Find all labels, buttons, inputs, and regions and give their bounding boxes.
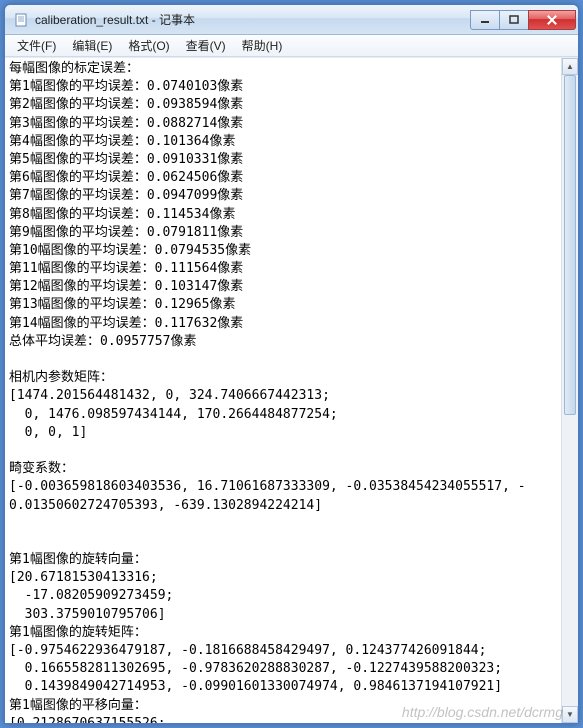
- distortion-coeffs: [-0.003659818603403536, 16.7106168733330…: [9, 479, 526, 512]
- scroll-up-button[interactable]: ▲: [562, 58, 578, 75]
- close-icon: [546, 14, 558, 26]
- error-line: 第14幅图像的平均误差：0.117632像素: [9, 316, 243, 331]
- menu-edit[interactable]: 编辑(E): [64, 35, 120, 56]
- close-button[interactable]: [528, 10, 576, 30]
- overall-error: 总体平均误差：0.0957757像素: [9, 334, 196, 349]
- error-line: 第4幅图像的平均误差：0.101364像素: [9, 134, 235, 149]
- scroll-track[interactable]: [562, 75, 578, 706]
- vertical-scrollbar: ▲ ▼: [561, 58, 578, 723]
- text-content[interactable]: 每幅图像的标定误差： 第1幅图像的平均误差：0.0740103像素 第2幅图像的…: [5, 58, 561, 723]
- intrinsic-label: 相机内参数矩阵：: [9, 370, 113, 385]
- error-line: 第9幅图像的平均误差：0.0791811像素: [9, 225, 243, 240]
- error-line: 第12幅图像的平均误差：0.103147像素: [9, 279, 243, 294]
- img1-rotvec-label: 第1幅图像的旋转向量：: [9, 552, 147, 567]
- menu-view[interactable]: 查看(V): [178, 35, 234, 56]
- window-title: caliberation_result.txt - 记事本: [35, 11, 471, 28]
- error-line: 第8幅图像的平均误差：0.114534像素: [9, 207, 235, 222]
- error-line: 第5幅图像的平均误差：0.0910331像素: [9, 152, 243, 167]
- img1-rotvec: [20.67181530413316; -17.08205909273459; …: [9, 570, 173, 621]
- content-area: 每幅图像的标定误差： 第1幅图像的平均误差：0.0740103像素 第2幅图像的…: [5, 57, 578, 723]
- window-controls: [471, 10, 576, 30]
- minimize-button[interactable]: [470, 10, 500, 30]
- intrinsic-matrix: [1474.201564481432, 0, 324.7406667442313…: [9, 388, 338, 439]
- img1-trans: [0.2128670637155526; 2.42416449413685; 0…: [9, 716, 173, 723]
- img1-rotmat-label: 第1幅图像的旋转矩阵：: [9, 625, 147, 640]
- error-line: 第3幅图像的平均误差：0.0882714像素: [9, 116, 243, 131]
- img1-trans-label: 第1幅图像的平移向量：: [9, 698, 147, 713]
- menu-file[interactable]: 文件(F): [9, 35, 64, 56]
- error-line: 第10幅图像的平均误差：0.0794535像素: [9, 243, 251, 258]
- menu-format[interactable]: 格式(O): [120, 35, 177, 56]
- menu-help[interactable]: 帮助(H): [234, 35, 291, 56]
- error-line: 第2幅图像的平均误差：0.0938594像素: [9, 97, 243, 112]
- notepad-icon: [13, 12, 29, 28]
- error-line: 第6幅图像的平均误差：0.0624506像素: [9, 170, 243, 185]
- error-line: 第1幅图像的平均误差：0.0740103像素: [9, 79, 243, 94]
- img1-rotmat: [-0.9754622936479187, -0.181668845842949…: [9, 643, 502, 694]
- titlebar[interactable]: caliberation_result.txt - 记事本: [5, 5, 578, 35]
- maximize-button[interactable]: [499, 10, 529, 30]
- error-line: 第11幅图像的平均误差：0.111564像素: [9, 261, 243, 276]
- error-line: 第13幅图像的平均误差：0.12965像素: [9, 297, 235, 312]
- notepad-window: caliberation_result.txt - 记事本 文件(F) 编辑(E…: [4, 4, 579, 724]
- scroll-thumb[interactable]: [564, 75, 576, 415]
- distortion-label: 畸变系数：: [9, 461, 74, 476]
- heading-error: 每幅图像的标定误差：: [9, 61, 139, 76]
- scroll-down-button[interactable]: ▼: [562, 706, 578, 723]
- menubar: 文件(F) 编辑(E) 格式(O) 查看(V) 帮助(H): [5, 35, 578, 57]
- error-line: 第7幅图像的平均误差：0.0947099像素: [9, 188, 243, 203]
